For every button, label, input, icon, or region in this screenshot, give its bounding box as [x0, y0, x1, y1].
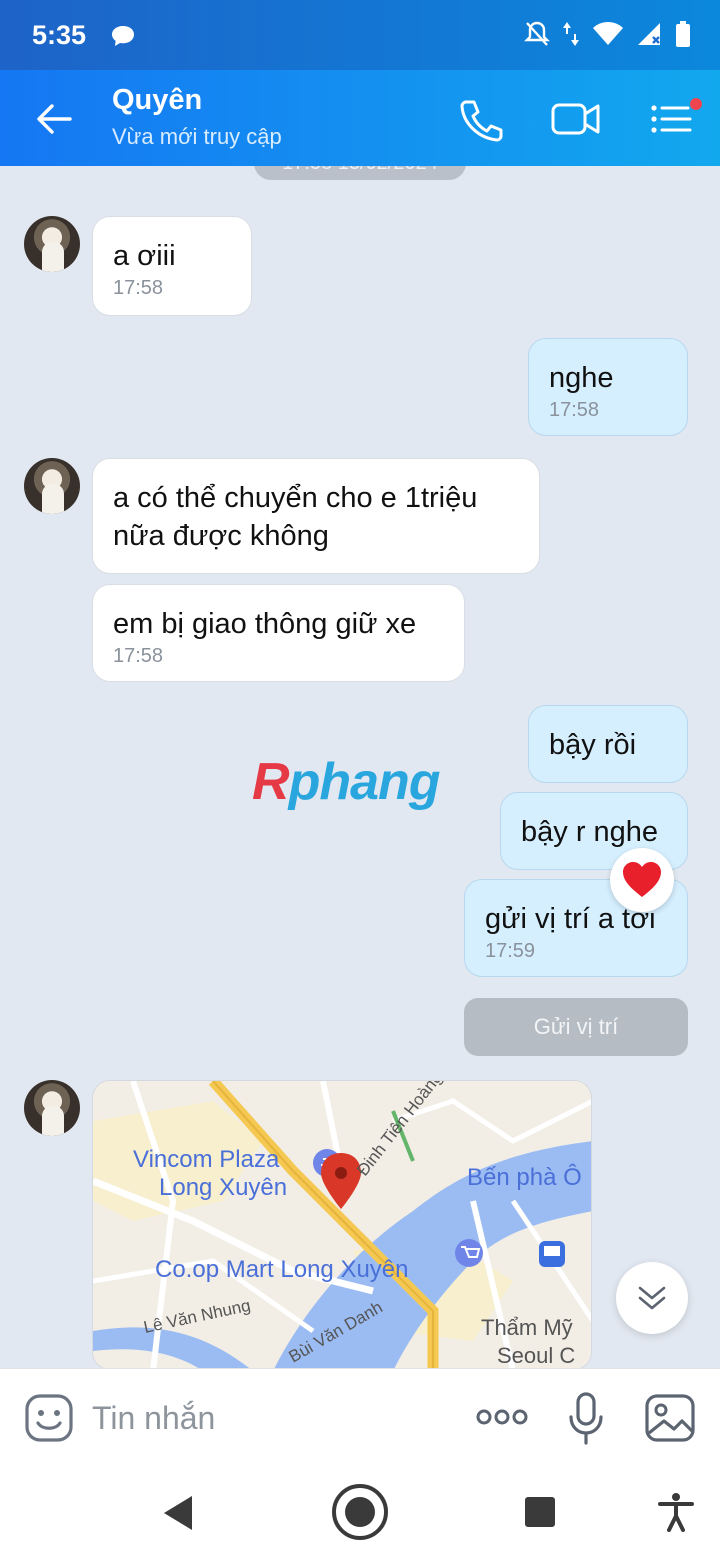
send-location-button[interactable]: Gửi vị trí: [464, 998, 688, 1056]
svg-text:Seoul C: Seoul C: [497, 1343, 575, 1368]
emoji-button[interactable]: [24, 1393, 74, 1443]
nav-home-button[interactable]: [330, 1482, 390, 1547]
message-time: 17:58: [549, 399, 600, 421]
system-navigation-bar: [0, 1468, 720, 1560]
message-bubble-incoming[interactable]: a có thể chuyển cho e 1triệu nữa được kh…: [92, 458, 540, 574]
chat-header: Quyên Vừa mới truy cập: [0, 70, 720, 166]
more-options-button[interactable]: [474, 1399, 530, 1435]
message-text: a ơiii: [113, 240, 176, 272]
heart-icon: [623, 862, 661, 897]
status-bar: 5:35: [0, 0, 720, 70]
home-circle-icon: [332, 1484, 388, 1540]
chat-messages[interactable]: 17:58 13/02/2024 a ơiii 17:58 nghe 17:58…: [0, 166, 720, 1368]
svg-text:Long Xuyên: Long Xuyên: [159, 1174, 287, 1201]
video-call-button[interactable]: [550, 96, 600, 142]
triangle-back-icon: [164, 1496, 192, 1530]
microphone-icon: [569, 1392, 603, 1445]
status-icons: [524, 20, 692, 48]
message-text: bậy rồi: [549, 729, 637, 761]
double-chevron-down-icon: [638, 1286, 666, 1310]
map-image: Vincom Plaza Long Xuyên Bến phà Ô Co.op …: [93, 1081, 591, 1368]
status-time: 5:35: [32, 20, 87, 50]
message-time: 17:58: [113, 645, 164, 667]
notification-dot-icon: [690, 98, 702, 110]
message-bubble-outgoing[interactable]: nghe 17:58: [528, 338, 688, 436]
watermark-logo: Rphang: [252, 753, 441, 811]
message-bubble-incoming[interactable]: em bị giao thông giữ xe 17:58: [92, 584, 465, 682]
message-text: nghe: [549, 362, 614, 394]
accessibility-icon: [658, 1493, 694, 1532]
list-menu-icon: [651, 98, 702, 133]
accessibility-button[interactable]: [656, 1492, 696, 1537]
sticker-smile-icon: [25, 1394, 73, 1442]
send-image-button[interactable]: [644, 1393, 696, 1443]
message-text: em bị giao thông giữ xe: [113, 608, 417, 640]
mute-icon: [524, 21, 550, 46]
wifi-icon: [593, 22, 623, 45]
voice-message-button[interactable]: [566, 1391, 606, 1447]
data-arrows-icon: [563, 22, 579, 46]
phone-icon: [460, 100, 503, 142]
signal-icon: [638, 23, 660, 45]
image-icon: [645, 1394, 695, 1442]
chat-options-button[interactable]: [648, 96, 702, 142]
avatar[interactable]: [24, 1080, 80, 1136]
battery-icon: [676, 21, 690, 47]
svg-text:Co.op Mart Long Xuyên: Co.op Mart Long Xuyên: [155, 1256, 409, 1283]
more-dots-icon: [476, 1409, 528, 1425]
svg-text:Bến phà Ô: Bến phà Ô: [467, 1163, 582, 1191]
nav-recents-button[interactable]: [524, 1496, 556, 1533]
date-separator: 17:58 13/02/2024: [254, 166, 466, 180]
message-time: 17:59: [485, 940, 536, 962]
video-camera-icon: [551, 103, 600, 135]
location-map-card[interactable]: Vincom Plaza Long Xuyên Bến phà Ô Co.op …: [92, 1080, 592, 1368]
reaction-button[interactable]: [610, 848, 674, 912]
scroll-to-bottom-button[interactable]: [616, 1262, 688, 1334]
messenger-notification-icon: [110, 24, 136, 53]
avatar[interactable]: [24, 216, 80, 272]
svg-text:Thẩm Mỹ: Thẩm Mỹ: [481, 1315, 573, 1340]
message-input[interactable]: [92, 1395, 442, 1441]
message-text: a có thể chuyển cho e 1triệu nữa được kh…: [113, 482, 478, 552]
message-bubble-incoming[interactable]: a ơiii 17:58: [92, 216, 252, 316]
avatar[interactable]: [24, 458, 80, 514]
svg-text:Vincom Plaza: Vincom Plaza: [133, 1146, 280, 1173]
message-bubble-outgoing[interactable]: bậy rồi: [528, 705, 688, 783]
arrow-left-icon: [37, 104, 72, 134]
voice-call-button[interactable]: [456, 96, 504, 142]
message-composer: [0, 1368, 720, 1468]
message-text: bậy r nghe: [521, 816, 659, 848]
back-button[interactable]: [30, 96, 80, 142]
contact-name[interactable]: Quyên: [112, 84, 202, 117]
square-recents-icon: [525, 1497, 555, 1527]
nav-back-button[interactable]: [160, 1494, 194, 1537]
contact-status: Vừa mới truy cập: [112, 124, 282, 149]
message-time: 17:58: [113, 277, 164, 299]
